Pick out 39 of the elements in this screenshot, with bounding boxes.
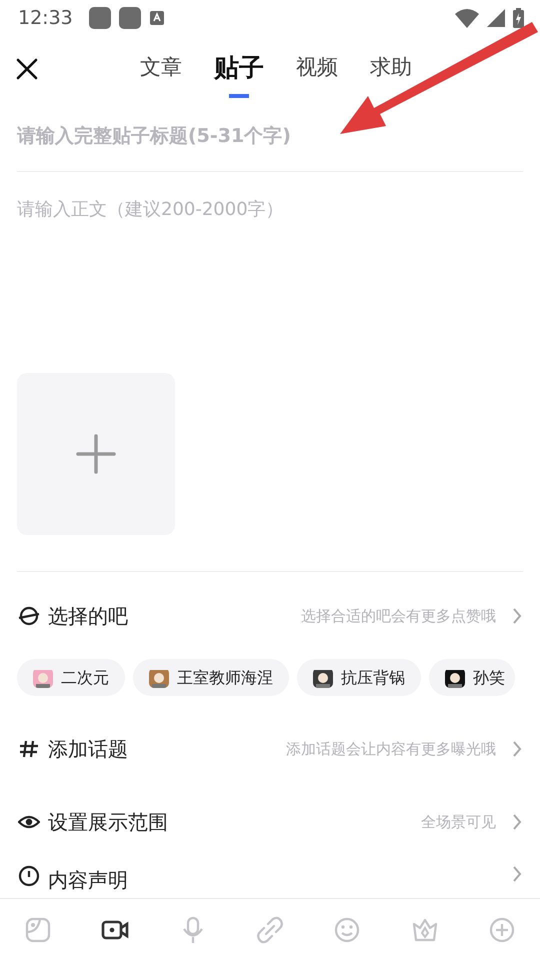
forum-chip[interactable]: 抗压背锅 [297,659,421,696]
info-icon [18,864,40,886]
tab[interactable]: 视频 [288,42,346,96]
hashtag-icon [18,738,40,760]
chevron-right-icon [512,740,522,758]
setting-label: 内容声明 [48,866,128,892]
wifi-icon [455,8,479,28]
setting-row[interactable]: 内容声明 [0,858,540,892]
tab[interactable]: 文章 [132,42,190,96]
setting-hint: 全场景可见 [421,812,496,833]
forum-chip[interactable]: 王室教师海涅 [133,659,289,696]
link-icon[interactable] [256,916,284,944]
chevron-right-icon [512,813,522,831]
chevron-right-icon [512,607,522,625]
signal-icon [487,9,505,27]
notification-icon [118,7,141,29]
setting-row[interactable]: 设置展示范围 全场景可见 [0,786,540,858]
tab[interactable]: 求助 [362,42,420,96]
battery-icon [513,8,524,28]
setting-label: 添加话题 [48,736,128,763]
setting-hint: 添加话题会让内容有更多曝光哦 [286,738,496,760]
setting-row[interactable]: 添加话题 添加话题会让内容有更多曝光哦 [0,712,540,786]
status-time: 12:33 [18,6,73,31]
keyboard-icon [148,10,165,26]
add-icon [76,434,116,474]
emoji-icon[interactable] [333,916,362,944]
setting-label: 选择的吧 [48,603,128,630]
add-image-button[interactable] [17,372,175,534]
notification-icon [88,7,111,29]
forum-icon [18,605,40,627]
setting-row[interactable]: 选择的吧 选择合适的吧会有更多点赞哦 [0,580,540,652]
close-icon[interactable] [16,58,38,80]
chevron-right-icon [512,864,522,882]
setting-hint: 选择合适的吧会有更多点赞哦 [301,606,496,627]
sticker-icon[interactable] [24,916,52,944]
setting-label: 设置展示范围 [48,809,168,836]
forum-chip[interactable]: 二次元 [17,659,125,696]
forum-chip[interactable]: 孙笑 [429,659,515,696]
add-icon[interactable] [488,916,516,944]
